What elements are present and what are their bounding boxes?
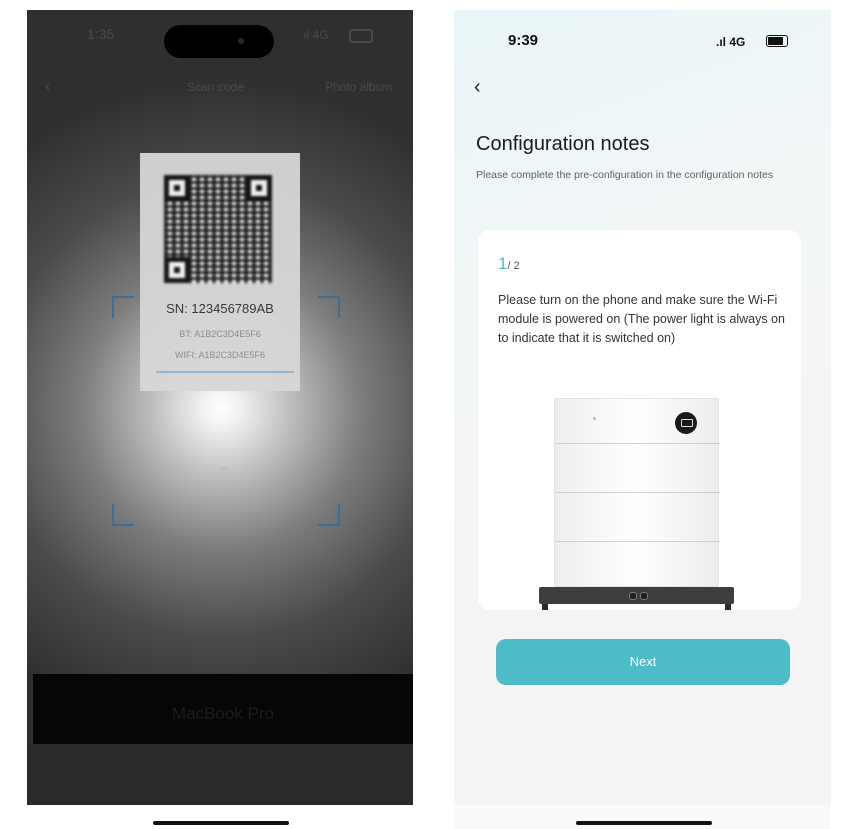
next-button[interactable]: Next (496, 639, 790, 685)
signal-icon: .ıl 4G (300, 28, 329, 42)
scan-frame-corner (112, 504, 134, 526)
qr-code (164, 175, 272, 283)
step-total: / 2 (507, 260, 520, 272)
battery-icon (766, 35, 788, 47)
scan-frame-corner (318, 504, 340, 526)
scan-frame-corner (112, 296, 134, 318)
status-bar: 9:39 .ıl 4G (454, 32, 831, 56)
page-subtitle: Please complete the pre-configuration in… (476, 169, 774, 181)
scanner-nav-bar: ‹ Scan code Photo album (27, 78, 413, 102)
battery-icon (349, 29, 373, 43)
home-indicator[interactable] (153, 821, 289, 825)
camera-dot (238, 38, 244, 44)
serial-number: SN: 123456789AB (166, 301, 274, 316)
qr-finder-pattern (164, 257, 190, 283)
device-body (554, 398, 720, 587)
home-indicator-area (27, 805, 413, 829)
background-area (27, 744, 413, 806)
qr-finder-pattern (246, 175, 272, 201)
laptop-dock: MacBook Pro (33, 674, 413, 744)
device-foot (725, 604, 731, 610)
port-icon (629, 592, 637, 600)
scan-line (156, 371, 294, 373)
laptop-label: MacBook Pro (171, 704, 275, 723)
instruction-card: 1/ 2 Please turn on the phone and make s… (478, 230, 801, 610)
status-time: 1:35 (87, 26, 115, 42)
device-display-icon (675, 412, 697, 434)
module-divider (555, 492, 720, 493)
config-notes-screen: 9:39 .ıl 4G ‹ Configuration notes Please… (454, 10, 831, 829)
module-divider (555, 443, 720, 444)
home-indicator[interactable] (576, 821, 712, 825)
step-indicator: 1/ 2 (498, 254, 520, 274)
back-button[interactable]: ‹ (474, 76, 481, 99)
dynamic-island (164, 25, 274, 58)
device-label-card: SN: 123456789AB BT: A1B2C3D4E5F6 WIFI: A… (140, 153, 300, 391)
network-label: 4G (729, 35, 746, 49)
battery-storage-device-image (539, 398, 734, 610)
status-bar: 1:35 .ıl 4G (27, 25, 413, 58)
scanner-screen: 1:35 .ıl 4G ‹ Scan code Photo album SN: … (27, 10, 413, 829)
device-base (539, 587, 734, 604)
signal-icon: .ıl 4G (716, 35, 746, 49)
status-time: 9:39 (508, 32, 539, 49)
home-indicator-area (454, 805, 831, 829)
port-icon (640, 592, 648, 600)
bluetooth-id: BT: A1B2C3D4E5F6 (179, 329, 261, 339)
wifi-id: WIFI: A1B2C3D4E5F6 (174, 350, 266, 360)
network-label: 4G (312, 28, 329, 42)
flashlight-icon[interactable]: ▼ (217, 462, 231, 478)
module-divider (555, 541, 720, 542)
photo-album-button[interactable]: Photo album (325, 80, 392, 94)
scanner-title: Scan code (187, 80, 244, 94)
qr-finder-pattern (164, 175, 190, 201)
instruction-text: Please turn on the phone and make sure t… (498, 293, 785, 345)
scan-frame-corner (318, 296, 340, 318)
page-title: Configuration notes (476, 133, 650, 155)
device-foot (542, 604, 548, 610)
indicator-light (593, 417, 596, 420)
back-button[interactable]: ‹ (45, 78, 50, 96)
